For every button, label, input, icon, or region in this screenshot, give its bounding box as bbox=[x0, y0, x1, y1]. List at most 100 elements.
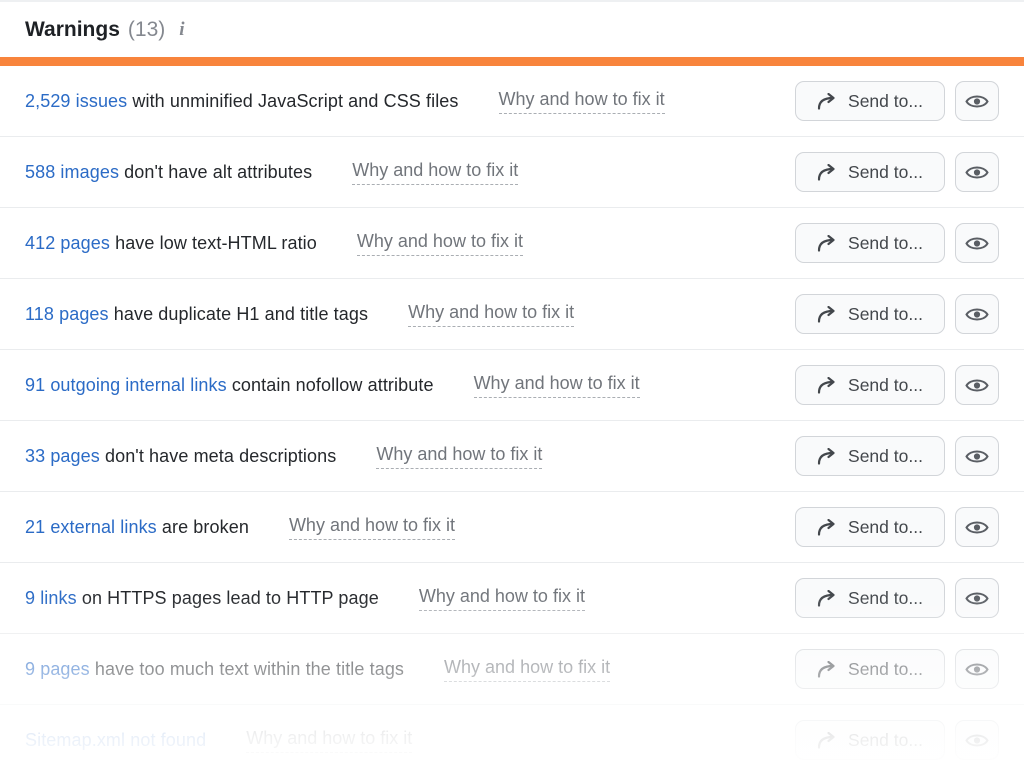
why-how-to-fix-link[interactable]: Why and how to fix it bbox=[444, 657, 610, 682]
warning-row: 91 outgoing internal links contain nofol… bbox=[0, 350, 1024, 421]
warning-row: 9 pages have too much text within the ti… bbox=[0, 634, 1024, 705]
curved-arrow-right-icon bbox=[817, 93, 838, 110]
send-to-label: Send to... bbox=[848, 375, 923, 396]
accent-bar bbox=[0, 57, 1024, 66]
row-actions: Send to... bbox=[795, 152, 999, 192]
why-how-to-fix-link[interactable]: Why and how to fix it bbox=[357, 231, 523, 256]
issue-summary: 33 pages don't have meta descriptions bbox=[25, 446, 336, 467]
visibility-toggle-button[interactable] bbox=[955, 81, 999, 121]
send-to-label: Send to... bbox=[848, 162, 923, 183]
send-to-label: Send to... bbox=[848, 233, 923, 254]
warnings-count: (13) bbox=[128, 18, 165, 42]
issue-description: have duplicate H1 and title tags bbox=[109, 304, 368, 324]
issue-summary: 412 pages have low text-HTML ratio bbox=[25, 233, 317, 254]
curved-arrow-right-icon bbox=[817, 661, 838, 678]
visibility-toggle-button[interactable] bbox=[955, 649, 999, 689]
eye-icon bbox=[965, 661, 989, 678]
visibility-toggle-button[interactable] bbox=[955, 365, 999, 405]
send-to-button[interactable]: Send to... bbox=[795, 365, 945, 405]
issue-summary: 91 outgoing internal links contain nofol… bbox=[25, 375, 434, 396]
warning-row: 118 pages have duplicate H1 and title ta… bbox=[0, 279, 1024, 350]
issue-summary: 118 pages have duplicate H1 and title ta… bbox=[25, 304, 368, 325]
issue-count-link[interactable]: 91 outgoing internal links bbox=[25, 375, 227, 395]
eye-icon bbox=[965, 448, 989, 465]
send-to-button[interactable]: Send to... bbox=[795, 507, 945, 547]
issue-description: don't have alt attributes bbox=[119, 162, 312, 182]
warnings-panel: Warnings (13) i 2,529 issues with unmini… bbox=[0, 0, 1024, 778]
visibility-toggle-button[interactable] bbox=[955, 223, 999, 263]
warning-row: 9 links on HTTPS pages lead to HTTP page… bbox=[0, 563, 1024, 634]
why-how-to-fix-link[interactable]: Why and how to fix it bbox=[408, 302, 574, 327]
eye-icon bbox=[965, 377, 989, 394]
why-how-to-fix-link[interactable]: Why and how to fix it bbox=[246, 728, 412, 753]
row-actions: Send to... bbox=[795, 436, 999, 476]
issue-summary: 588 images don't have alt attributes bbox=[25, 162, 312, 183]
issue-count-link[interactable]: 33 pages bbox=[25, 446, 100, 466]
eye-icon bbox=[965, 732, 989, 749]
visibility-toggle-button[interactable] bbox=[955, 507, 999, 547]
issue-summary: Sitemap.xml not found bbox=[25, 730, 206, 751]
send-to-button[interactable]: Send to... bbox=[795, 152, 945, 192]
issue-count-link[interactable]: Sitemap.xml not found bbox=[25, 730, 206, 750]
issue-count-link[interactable]: 412 pages bbox=[25, 233, 110, 253]
issue-count-link[interactable]: 118 pages bbox=[25, 304, 109, 324]
visibility-toggle-button[interactable] bbox=[955, 720, 999, 760]
issue-description: don't have meta descriptions bbox=[100, 446, 336, 466]
row-actions: Send to... bbox=[795, 365, 999, 405]
issue-count-link[interactable]: 21 external links bbox=[25, 517, 157, 537]
curved-arrow-right-icon bbox=[817, 164, 838, 181]
eye-icon bbox=[965, 590, 989, 607]
issue-count-link[interactable]: 588 images bbox=[25, 162, 119, 182]
row-actions: Send to... bbox=[795, 81, 999, 121]
issue-description: contain nofollow attribute bbox=[227, 375, 434, 395]
issue-summary: 9 links on HTTPS pages lead to HTTP page bbox=[25, 588, 379, 609]
info-icon[interactable]: i bbox=[179, 19, 184, 41]
send-to-button[interactable]: Send to... bbox=[795, 649, 945, 689]
why-how-to-fix-link[interactable]: Why and how to fix it bbox=[289, 515, 455, 540]
eye-icon bbox=[965, 164, 989, 181]
warning-row: Sitemap.xml not found Why and how to fix… bbox=[0, 705, 1024, 776]
send-to-button[interactable]: Send to... bbox=[795, 294, 945, 334]
issue-description: are broken bbox=[157, 517, 249, 537]
send-to-label: Send to... bbox=[848, 659, 923, 680]
send-to-button[interactable]: Send to... bbox=[795, 578, 945, 618]
visibility-toggle-button[interactable] bbox=[955, 578, 999, 618]
warning-row: 588 images don't have alt attributes Why… bbox=[0, 137, 1024, 208]
warning-row: 2,529 issues with unminified JavaScript … bbox=[0, 66, 1024, 137]
visibility-toggle-button[interactable] bbox=[955, 294, 999, 334]
row-actions: Send to... bbox=[795, 294, 999, 334]
send-to-button[interactable]: Send to... bbox=[795, 720, 945, 760]
issue-count-link[interactable]: 9 pages bbox=[25, 659, 90, 679]
visibility-toggle-button[interactable] bbox=[955, 436, 999, 476]
curved-arrow-right-icon bbox=[817, 519, 838, 536]
visibility-toggle-button[interactable] bbox=[955, 152, 999, 192]
panel-header: Warnings (13) i bbox=[0, 2, 1024, 57]
issue-count-link[interactable]: 9 links bbox=[25, 588, 77, 608]
issue-description: have too much text within the title tags bbox=[90, 659, 404, 679]
send-to-button[interactable]: Send to... bbox=[795, 223, 945, 263]
eye-icon bbox=[965, 93, 989, 110]
issue-description: have low text-HTML ratio bbox=[110, 233, 317, 253]
issue-count-link[interactable]: 2,529 issues bbox=[25, 91, 127, 111]
panel-title: Warnings bbox=[25, 18, 120, 42]
row-actions: Send to... bbox=[795, 578, 999, 618]
curved-arrow-right-icon bbox=[817, 590, 838, 607]
row-actions: Send to... bbox=[795, 649, 999, 689]
issue-summary: 21 external links are broken bbox=[25, 517, 249, 538]
send-to-label: Send to... bbox=[848, 91, 923, 112]
send-to-button[interactable]: Send to... bbox=[795, 81, 945, 121]
why-how-to-fix-link[interactable]: Why and how to fix it bbox=[499, 89, 665, 114]
send-to-label: Send to... bbox=[848, 730, 923, 751]
send-to-button[interactable]: Send to... bbox=[795, 436, 945, 476]
why-how-to-fix-link[interactable]: Why and how to fix it bbox=[352, 160, 518, 185]
why-how-to-fix-link[interactable]: Why and how to fix it bbox=[376, 444, 542, 469]
curved-arrow-right-icon bbox=[817, 732, 838, 749]
why-how-to-fix-link[interactable]: Why and how to fix it bbox=[419, 586, 585, 611]
curved-arrow-right-icon bbox=[817, 306, 838, 323]
send-to-label: Send to... bbox=[848, 517, 923, 538]
eye-icon bbox=[965, 235, 989, 252]
curved-arrow-right-icon bbox=[817, 377, 838, 394]
warnings-list: 2,529 issues with unminified JavaScript … bbox=[0, 66, 1024, 776]
why-how-to-fix-link[interactable]: Why and how to fix it bbox=[474, 373, 640, 398]
issue-description: on HTTPS pages lead to HTTP page bbox=[77, 588, 379, 608]
